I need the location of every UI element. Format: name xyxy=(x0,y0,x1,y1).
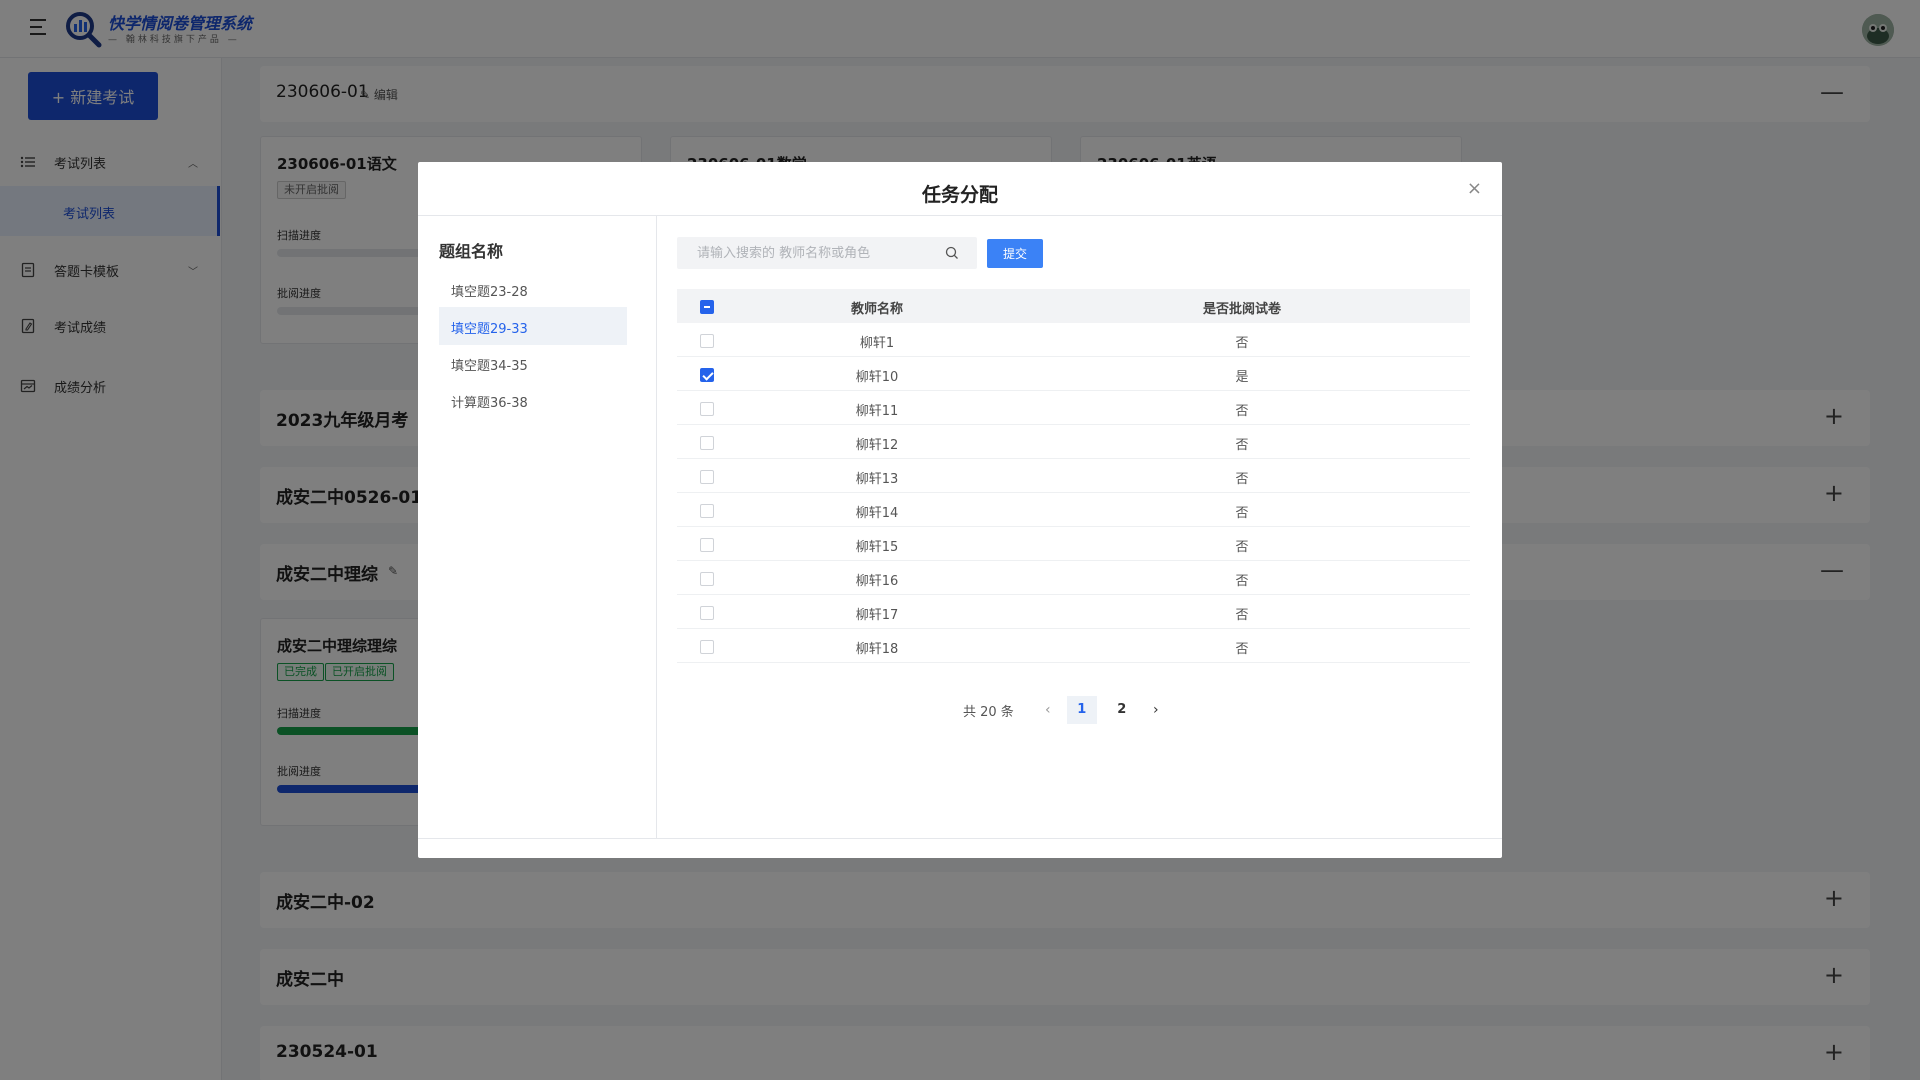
row-checkbox[interactable] xyxy=(700,504,714,518)
search-input[interactable] xyxy=(677,237,937,269)
next-page-icon[interactable]: › xyxy=(1142,702,1170,718)
search-icon[interactable] xyxy=(945,246,959,260)
pagination: 共 20 条 ‹ 1 2 › xyxy=(963,696,1170,724)
table-row[interactable]: 柳轩10 是 xyxy=(677,357,1470,391)
table-header: 教师名称 是否批阅试卷 xyxy=(677,289,1470,323)
review-flag: 否 xyxy=(1235,404,1249,419)
review-flag: 否 xyxy=(1235,540,1249,555)
review-flag: 是 xyxy=(1235,370,1249,385)
question-group-list: 题组名称 填空题23-28 填空题29-33 填空题34-35 计算题36-38 xyxy=(418,216,657,838)
table-row[interactable]: 柳轩11 否 xyxy=(677,391,1470,425)
teacher-name: 柳轩10 xyxy=(855,370,899,385)
close-icon[interactable]: × xyxy=(1467,178,1482,199)
column-header: 是否批阅试卷 xyxy=(1202,302,1281,317)
review-flag: 否 xyxy=(1235,438,1249,453)
teacher-name: 柳轩16 xyxy=(855,574,899,589)
teacher-search xyxy=(677,237,977,269)
table-row[interactable]: 柳轩12 否 xyxy=(677,425,1470,459)
row-checkbox[interactable] xyxy=(700,538,714,552)
group-list-header: 题组名称 xyxy=(439,242,504,261)
review-flag: 否 xyxy=(1235,336,1249,351)
page-button[interactable]: 1 xyxy=(1066,696,1097,724)
row-checkbox[interactable] xyxy=(700,572,714,586)
group-item-label: 填空题34-35 xyxy=(451,359,528,374)
teacher-name: 柳轩17 xyxy=(855,608,899,623)
row-checkbox[interactable] xyxy=(700,640,714,654)
row-checkbox[interactable] xyxy=(700,368,714,382)
submit-button[interactable]: 提交 xyxy=(987,239,1043,268)
table-row[interactable]: 柳轩1 否 xyxy=(677,323,1470,357)
group-item[interactable]: 填空题34-35 xyxy=(439,344,627,382)
group-item[interactable]: 填空题29-33 xyxy=(439,307,627,345)
table-row[interactable]: 柳轩14 否 xyxy=(677,493,1470,527)
table-row[interactable]: 柳轩17 否 xyxy=(677,595,1470,629)
select-all-checkbox[interactable] xyxy=(700,300,714,314)
teacher-name: 柳轩11 xyxy=(855,404,899,419)
group-item-label: 计算题36-38 xyxy=(451,396,528,411)
review-flag: 否 xyxy=(1235,472,1249,487)
total-count: 共 20 条 xyxy=(963,704,1014,720)
teacher-name: 柳轩14 xyxy=(855,506,899,521)
dialog-title: 任务分配 xyxy=(921,184,998,206)
teacher-name: 柳轩13 xyxy=(855,472,899,487)
group-item[interactable]: 计算题36-38 xyxy=(439,381,627,419)
table-row[interactable]: 柳轩13 否 xyxy=(677,459,1470,493)
teacher-name: 柳轩12 xyxy=(855,438,899,453)
table-row[interactable]: 柳轩18 否 xyxy=(677,629,1470,663)
page-button[interactable]: 2 xyxy=(1107,696,1137,724)
review-flag: 否 xyxy=(1235,506,1249,521)
review-flag: 否 xyxy=(1235,642,1249,657)
group-item-label: 填空题29-33 xyxy=(451,322,528,337)
review-flag: 否 xyxy=(1235,574,1249,589)
table-row[interactable]: 柳轩15 否 xyxy=(677,527,1470,561)
prev-page-icon[interactable]: ‹ xyxy=(1034,702,1062,718)
table-row[interactable]: 柳轩16 否 xyxy=(677,561,1470,595)
group-item-label: 填空题23-28 xyxy=(451,285,528,300)
review-flag: 否 xyxy=(1235,608,1249,623)
row-checkbox[interactable] xyxy=(700,436,714,450)
row-checkbox[interactable] xyxy=(700,606,714,620)
teacher-table: 教师名称 是否批阅试卷 柳轩1 否柳轩10 是柳轩11 否柳轩12 否柳轩13 否柳轩14… xyxy=(677,289,1470,663)
dialog-footer xyxy=(418,838,1502,858)
row-checkbox[interactable] xyxy=(700,470,714,484)
row-checkbox[interactable] xyxy=(700,402,714,416)
teacher-name: 柳轩18 xyxy=(855,642,899,657)
teacher-name: 柳轩15 xyxy=(855,540,899,555)
task-assign-dialog: 任务分配 × 题组名称 填空题23-28 填空题29-33 填空题34-35 计… xyxy=(418,162,1502,858)
dialog-header: 任务分配 × xyxy=(418,162,1502,216)
teacher-name: 柳轩1 xyxy=(859,336,895,351)
column-header: 教师名称 xyxy=(850,302,903,317)
row-checkbox[interactable] xyxy=(700,334,714,348)
group-item[interactable]: 填空题23-28 xyxy=(439,270,627,308)
